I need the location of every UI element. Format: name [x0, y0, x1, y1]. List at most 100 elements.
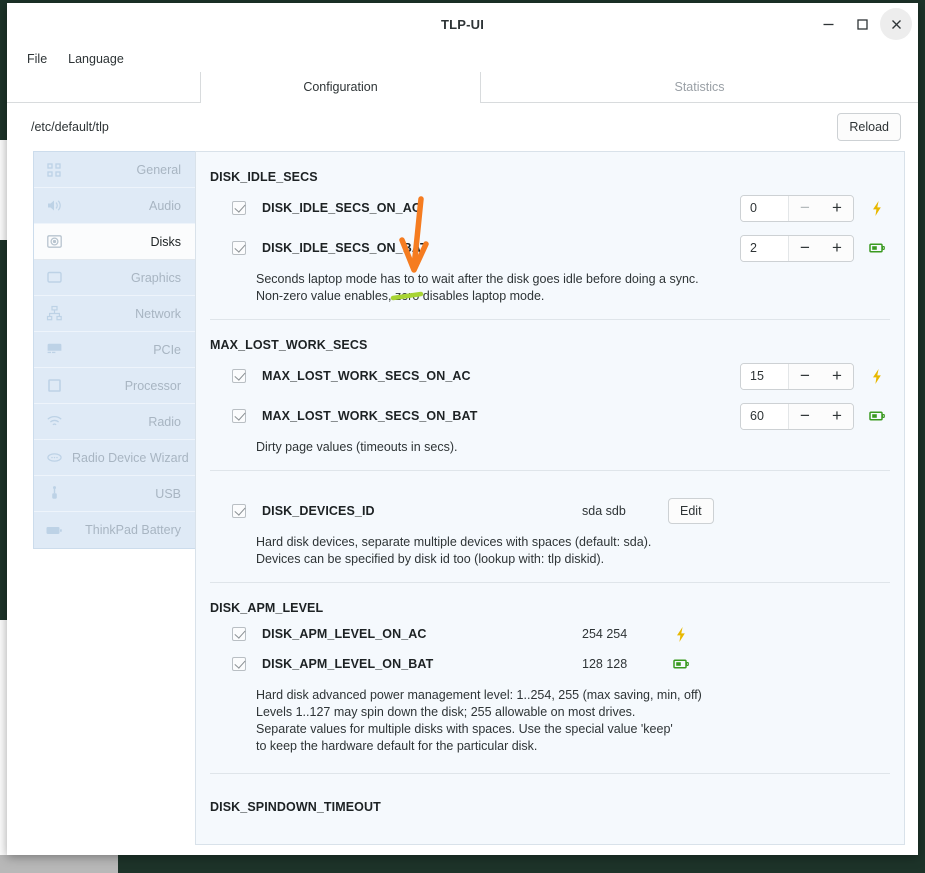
spinner-value[interactable]: 15: [741, 363, 789, 389]
spinner-decrement-button[interactable]: −: [789, 403, 821, 429]
menu-bar: File Language: [7, 45, 918, 72]
description-line: to keep the hardware default for the par…: [256, 739, 538, 753]
background-window-edge-bottom: [0, 620, 7, 855]
section-title: MAX_LOST_WORK_SECS: [210, 338, 368, 352]
sidebar-item-radio[interactable]: Radio: [34, 404, 195, 440]
disk-apm-level-on-ac-value: 254 254: [582, 627, 628, 641]
description-line: Devices can be specified by disk id too …: [256, 552, 605, 566]
disk-devices-id-value: sda sdb: [582, 504, 626, 518]
checkbox-max-lost-work-secs-on-bat[interactable]: [232, 409, 246, 423]
checkbox-disk-apm-level-on-ac[interactable]: [232, 627, 246, 641]
section-description: Hard disk devices, separate multiple dev…: [210, 531, 890, 570]
description-line: Hard disk advanced power management leve…: [256, 688, 702, 702]
sidebar-item-general[interactable]: General: [34, 152, 195, 188]
battery-icon: [44, 520, 64, 540]
section-description: Seconds laptop mode has to to wait after…: [210, 268, 890, 307]
spinner-value[interactable]: 0: [741, 195, 789, 221]
section-disk-idle-secs: DISK_IDLE_SECS DISK_IDLE_SECS_ON_AC 0 − …: [210, 152, 890, 320]
spinner-disk-idle-secs-on-ac[interactable]: 0 − +: [740, 194, 854, 222]
row-label: DISK_IDLE_SECS_ON_BAT: [262, 241, 428, 255]
row-label: MAX_LOST_WORK_SECS_ON_AC: [262, 369, 471, 383]
sidebar-item-network[interactable]: Network: [34, 296, 195, 332]
sidebar-item-label: Graphics: [130, 270, 181, 285]
section-disk-devices-id: DISK_DEVICES_ID sda sdb Edit Hard disk d…: [210, 471, 890, 583]
description-line: Levels 1..127 may spin down the disk; 25…: [256, 705, 636, 719]
battery-power-icon: [864, 409, 890, 423]
sidebar: General Audio Disks Graphics Network PCI…: [33, 151, 195, 549]
row-disk-devices-id: DISK_DEVICES_ID sda sdb Edit: [210, 491, 890, 531]
section-description: Hard disk advanced power management leve…: [210, 679, 890, 757]
tab-bar: Configuration Statistics: [7, 72, 918, 103]
sidebar-item-pcie[interactable]: PCIe: [34, 332, 195, 368]
spinner-decrement-button[interactable]: −: [789, 363, 821, 389]
spinner-decrement-button[interactable]: −: [789, 235, 821, 261]
spinner-group: 2 − +: [740, 234, 890, 262]
checkbox-max-lost-work-secs-on-ac[interactable]: [232, 369, 246, 383]
radio-wizard-icon: [44, 448, 64, 468]
spinner-value[interactable]: 60: [741, 403, 789, 429]
sidebar-item-radio-device-wizard[interactable]: Radio Device Wizard: [34, 440, 195, 476]
sidebar-item-label: Audio: [149, 198, 181, 213]
desktop-taskbar: [0, 853, 925, 873]
spinner-group: 0 − +: [740, 194, 890, 222]
background-window-edge-top: [0, 140, 7, 240]
window-title: TLP-UI: [440, 16, 485, 32]
minimize-icon[interactable]: [812, 8, 844, 40]
spinner-decrement-button[interactable]: −: [789, 195, 821, 221]
section-disk-apm-level: DISK_APM_LEVEL DISK_APM_LEVEL_ON_AC 254 …: [210, 583, 890, 774]
spinner-max-lost-work-secs-on-ac[interactable]: 15 − +: [740, 362, 854, 390]
sidebar-item-audio[interactable]: Audio: [34, 188, 195, 224]
spinner-increment-button[interactable]: +: [821, 363, 853, 389]
speaker-icon: [44, 196, 64, 216]
sidebar-item-label: Disks: [150, 234, 181, 249]
description-line: Dirty page values (timeouts in secs).: [256, 440, 458, 454]
tab-configuration-label: Configuration: [303, 80, 378, 94]
close-icon[interactable]: [880, 8, 912, 40]
checkbox-disk-devices-id[interactable]: [232, 504, 246, 518]
spinner-increment-button[interactable]: +: [821, 235, 853, 261]
sidebar-item-processor[interactable]: Processor: [34, 368, 195, 404]
sidebar-item-disks[interactable]: Disks: [34, 224, 195, 260]
menu-item-file[interactable]: File: [19, 49, 55, 69]
wifi-icon: [44, 412, 64, 432]
section-disk-spindown-timeout: DISK_SPINDOWN_TIMEOUT: [210, 774, 890, 818]
spinner-max-lost-work-secs-on-bat[interactable]: 60 − +: [740, 402, 854, 430]
disk-apm-level-on-bat-value: 128 128: [582, 657, 628, 671]
usb-icon: [44, 484, 64, 504]
section-title: DISK_IDLE_SECS: [210, 170, 318, 184]
row-label: MAX_LOST_WORK_SECS_ON_BAT: [262, 409, 478, 423]
window-controls: [812, 3, 912, 45]
tab-statistics[interactable]: Statistics: [481, 72, 918, 102]
sidebar-item-graphics[interactable]: Graphics: [34, 260, 195, 296]
grid-icon: [44, 160, 64, 180]
row-disk-apm-level-on-bat: DISK_APM_LEVEL_ON_BAT 128 128: [210, 649, 890, 679]
sidebar-item-label: Radio Device Wizard: [72, 450, 189, 465]
checkbox-disk-idle-secs-on-bat[interactable]: [232, 241, 246, 255]
configuration-scroll-panel[interactable]: DISK_IDLE_SECS DISK_IDLE_SECS_ON_AC 0 − …: [195, 151, 905, 845]
section-title: DISK_APM_LEVEL: [210, 601, 324, 615]
spinner-value[interactable]: 2: [741, 235, 789, 261]
tab-configuration[interactable]: Configuration: [200, 72, 481, 103]
checkbox-disk-apm-level-on-bat[interactable]: [232, 657, 246, 671]
battery-power-icon: [668, 657, 694, 671]
row-label: DISK_APM_LEVEL_ON_BAT: [262, 657, 434, 671]
sidebar-item-label: Processor: [124, 378, 181, 393]
reload-button[interactable]: Reload: [837, 113, 901, 141]
network-tree-icon: [44, 304, 64, 324]
ac-power-icon: [864, 368, 890, 385]
pcie-card-icon: [44, 340, 64, 360]
spinner-increment-button[interactable]: +: [821, 403, 853, 429]
row-label: DISK_IDLE_SECS_ON_AC: [262, 201, 421, 215]
edit-button[interactable]: Edit: [668, 498, 714, 524]
checkbox-disk-idle-secs-on-ac[interactable]: [232, 201, 246, 215]
spinner-disk-idle-secs-on-bat[interactable]: 2 − +: [740, 234, 854, 262]
sidebar-item-thinkpad-battery[interactable]: ThinkPad Battery: [34, 512, 195, 548]
menu-item-language[interactable]: Language: [60, 49, 132, 69]
spinner-group: 15 − +: [740, 362, 890, 390]
sidebar-item-usb[interactable]: USB: [34, 476, 195, 512]
maximize-icon[interactable]: [846, 8, 878, 40]
section-title: DISK_SPINDOWN_TIMEOUT: [210, 800, 381, 814]
desktop-taskbar-panel: [0, 853, 118, 873]
spinner-increment-button[interactable]: +: [821, 195, 853, 221]
tlp-ui-window: TLP-UI File Language Configuration Stati…: [7, 3, 918, 855]
